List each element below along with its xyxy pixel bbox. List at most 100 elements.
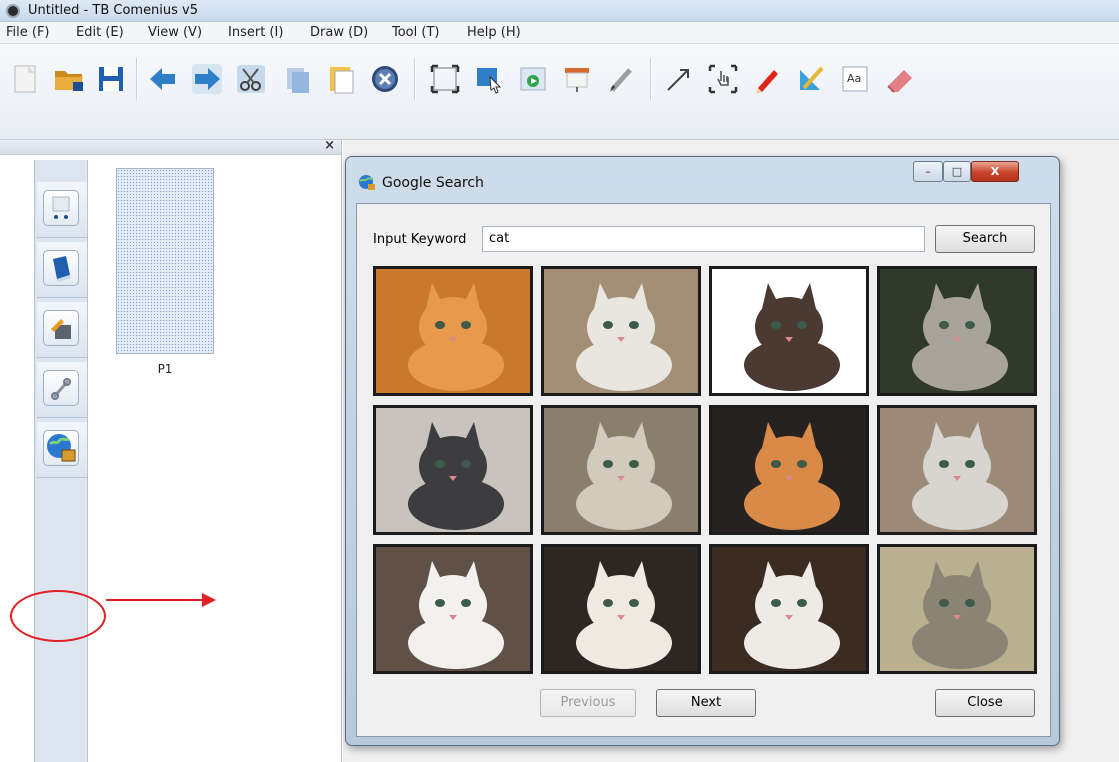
cat-photo-icon [880, 547, 1034, 671]
cat-photo-icon [376, 547, 530, 671]
cat-photo-icon [880, 269, 1034, 393]
arrow-pen-icon [667, 69, 689, 91]
app-icon [6, 4, 20, 18]
hand-icon [708, 64, 738, 94]
back-button[interactable] [144, 60, 182, 98]
cat-photo-icon [376, 269, 530, 393]
book-icon [53, 256, 71, 282]
hand-select-button[interactable] [704, 60, 742, 98]
eraser-button[interactable] [880, 60, 918, 98]
menu-draw[interactable]: Draw (D) [310, 25, 368, 40]
web-search-icon [47, 434, 76, 462]
paste-button[interactable] [322, 60, 360, 98]
app-window: Untitled - TB Comenius v5 File (F) Edit … [0, 0, 1119, 762]
cat-photo-icon [544, 408, 698, 532]
dialog-title: Google Search [382, 175, 484, 191]
side-tab-book[interactable] [37, 242, 87, 298]
next-button[interactable]: Next [656, 689, 756, 717]
text-button[interactable]: Aa [836, 60, 874, 98]
pencil-button[interactable] [748, 60, 786, 98]
new-button[interactable] [6, 60, 44, 98]
result-image-fluffy-grey[interactable] [877, 405, 1037, 535]
result-image-silver-tabby[interactable] [877, 266, 1037, 396]
forward-button[interactable] [188, 60, 226, 98]
result-image-orange-kitten[interactable] [373, 266, 533, 396]
brush-icon [610, 68, 632, 92]
result-image-two-tabbies[interactable] [541, 405, 701, 535]
eraser-icon [887, 70, 912, 93]
save-button[interactable] [92, 60, 130, 98]
keyword-input[interactable]: cat [482, 226, 925, 252]
pages-icon [52, 196, 70, 219]
cat-photo-icon [880, 408, 1034, 532]
fullscreen-icon [430, 64, 460, 94]
cat-photo-icon [376, 408, 530, 532]
dialog-close-x-button[interactable]: X [971, 161, 1019, 182]
window-title: Untitled - TB Comenius v5 [28, 3, 199, 18]
screen-button[interactable] [558, 60, 596, 98]
delete-button[interactable] [366, 60, 404, 98]
save-icon [99, 67, 123, 91]
annotation-arrow-line [106, 599, 206, 601]
menu-insert[interactable]: Insert (I) [228, 25, 283, 40]
select-pointer-button[interactable] [470, 60, 508, 98]
minimize-button[interactable]: – [913, 161, 943, 182]
cat-photo-icon [712, 408, 866, 532]
new-icon [14, 65, 36, 93]
google-search-dialog: Google Search – □ X Input Keyword cat Se… [345, 156, 1060, 746]
toolbar-separator [136, 58, 138, 100]
panel-close-button[interactable]: × [324, 138, 335, 153]
play-button[interactable] [514, 60, 552, 98]
menu-file[interactable]: File (F) [6, 25, 50, 40]
result-image-tabby-white-cat[interactable] [541, 266, 701, 396]
cat-photo-icon [712, 269, 866, 393]
side-tab-pages[interactable] [37, 182, 87, 238]
play-icon [520, 67, 546, 91]
result-image-grey-white-kitten[interactable] [373, 405, 533, 535]
maximize-button[interactable]: □ [943, 161, 971, 182]
menu-view[interactable]: View (V) [148, 25, 202, 40]
open-button[interactable] [50, 60, 88, 98]
annotation-arrow-head [202, 593, 216, 607]
side-tab-tools[interactable] [37, 302, 87, 358]
link-icon [51, 378, 71, 400]
result-image-sleeping-tabby[interactable] [877, 544, 1037, 674]
result-image-meowing-kitten[interactable] [709, 405, 869, 535]
tools-icon [51, 319, 71, 339]
result-image-white-persian[interactable] [373, 544, 533, 674]
screen-icon [565, 68, 589, 92]
open-folder-icon [55, 71, 83, 91]
image-results-grid [373, 266, 1037, 676]
cut-button[interactable] [232, 60, 270, 98]
cat-photo-icon [544, 547, 698, 671]
result-image-calico-kitten[interactable] [709, 266, 869, 396]
result-image-white-kitten[interactable] [709, 544, 869, 674]
copy-icon [287, 68, 309, 93]
search-button[interactable]: Search [935, 225, 1035, 253]
highlight-ellipse [10, 590, 106, 642]
result-image-fat-white-cat[interactable] [541, 544, 701, 674]
menu-help[interactable]: Help (H) [467, 25, 521, 40]
left-panel: × P1 [0, 138, 342, 762]
menu-tool[interactable]: Tool (T) [392, 25, 439, 40]
cat-photo-icon [712, 547, 866, 671]
menu-bar: File (F) Edit (E) View (V) Insert (I) Dr… [0, 22, 1119, 44]
menu-edit[interactable]: Edit (E) [76, 25, 124, 40]
side-tab-link[interactable] [37, 362, 87, 418]
copy-button[interactable] [278, 60, 316, 98]
page-thumbnail[interactable] [116, 168, 214, 354]
fullscreen-button[interactable] [426, 60, 464, 98]
close-button[interactable]: Close [935, 689, 1035, 717]
toolbar: Aa [0, 44, 1119, 140]
side-tab-web-search[interactable] [37, 422, 87, 478]
page-label: P1 [157, 362, 173, 376]
pointer-icon [477, 68, 502, 94]
brush-button[interactable] [602, 60, 640, 98]
arrow-pen-button[interactable] [660, 60, 698, 98]
ruler-icon [800, 66, 824, 90]
ruler-button[interactable] [792, 60, 830, 98]
back-icon [150, 68, 175, 90]
previous-button[interactable]: Previous [540, 689, 636, 717]
keyword-label: Input Keyword [373, 232, 467, 247]
paste-icon [330, 67, 354, 94]
